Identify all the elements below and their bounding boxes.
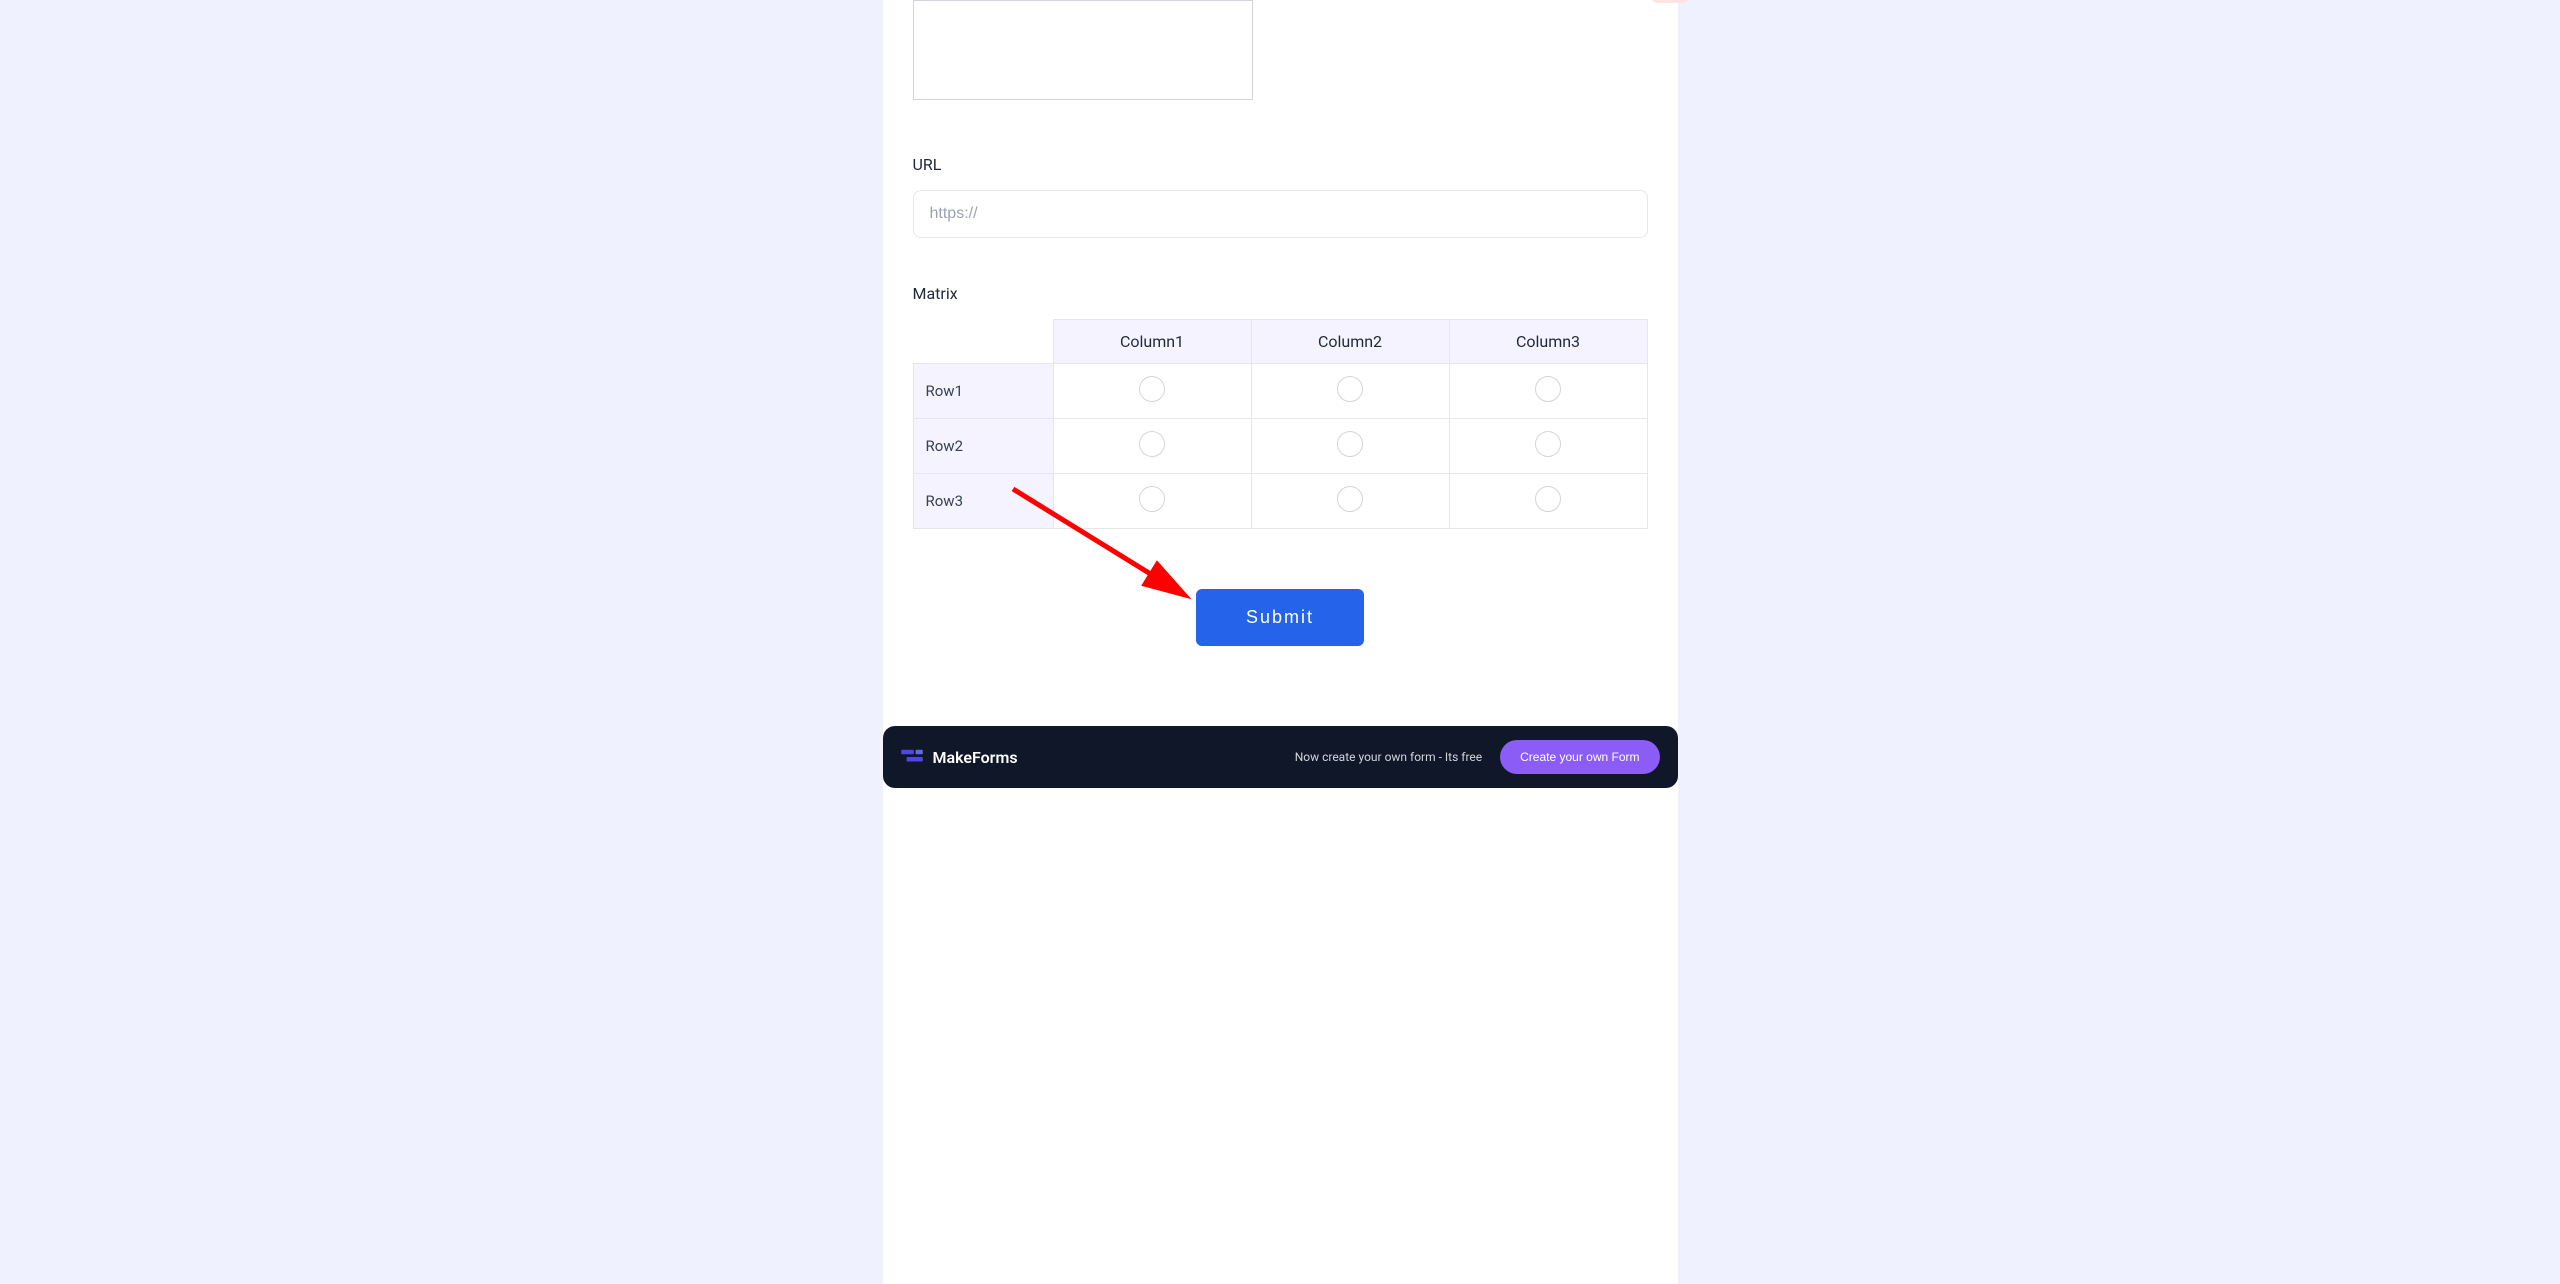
matrix-col-header: Column1 (1053, 320, 1251, 364)
matrix-col-header: Column3 (1449, 320, 1647, 364)
matrix-table: Column1 Column2 Column3 Row1 Row2 (913, 319, 1648, 529)
matrix-row: Row2 (913, 419, 1647, 474)
matrix-radio[interactable] (1535, 431, 1561, 457)
matrix-radio[interactable] (1337, 376, 1363, 402)
makeforms-logo-icon (901, 748, 923, 766)
url-input[interactable] (913, 190, 1648, 238)
footer-right: Now create your own form - Its free Crea… (1295, 740, 1660, 774)
footer-brand-text: MakeForms (933, 748, 1018, 767)
matrix-field-label: Matrix (913, 284, 1648, 303)
matrix-row-header: Row1 (913, 364, 1053, 419)
matrix-radio[interactable] (1139, 486, 1165, 512)
upload-preview-box[interactable] (913, 0, 1253, 100)
matrix-col-header: Column2 (1251, 320, 1449, 364)
matrix-row: Row1 (913, 364, 1647, 419)
footer-left: MakeForms (901, 748, 1018, 767)
matrix-radio[interactable] (1535, 376, 1561, 402)
matrix-radio[interactable] (1337, 486, 1363, 512)
matrix-radio[interactable] (1139, 376, 1165, 402)
matrix-row: Row3 (913, 474, 1647, 529)
url-field-label: URL (913, 155, 1648, 174)
footer-bar: MakeForms Now create your own form - Its… (883, 726, 1678, 788)
matrix-row-header: Row2 (913, 419, 1053, 474)
matrix-corner-cell (913, 320, 1053, 364)
matrix-radio[interactable] (1139, 431, 1165, 457)
footer-tagline: Now create your own form - Its free (1295, 750, 1482, 764)
form-content: URL Matrix Column1 Column2 Column3 Row1 (883, 0, 1678, 646)
matrix-row-header: Row3 (913, 474, 1053, 529)
form-container: URL Matrix Column1 Column2 Column3 Row1 (883, 0, 1678, 1284)
matrix-radio[interactable] (1337, 431, 1363, 457)
submit-wrapper: Submit (913, 589, 1648, 646)
submit-button[interactable]: Submit (1196, 589, 1364, 646)
create-form-button[interactable]: Create your own Form (1500, 740, 1659, 774)
matrix-radio[interactable] (1535, 486, 1561, 512)
delete-badge (1650, 0, 1690, 3)
